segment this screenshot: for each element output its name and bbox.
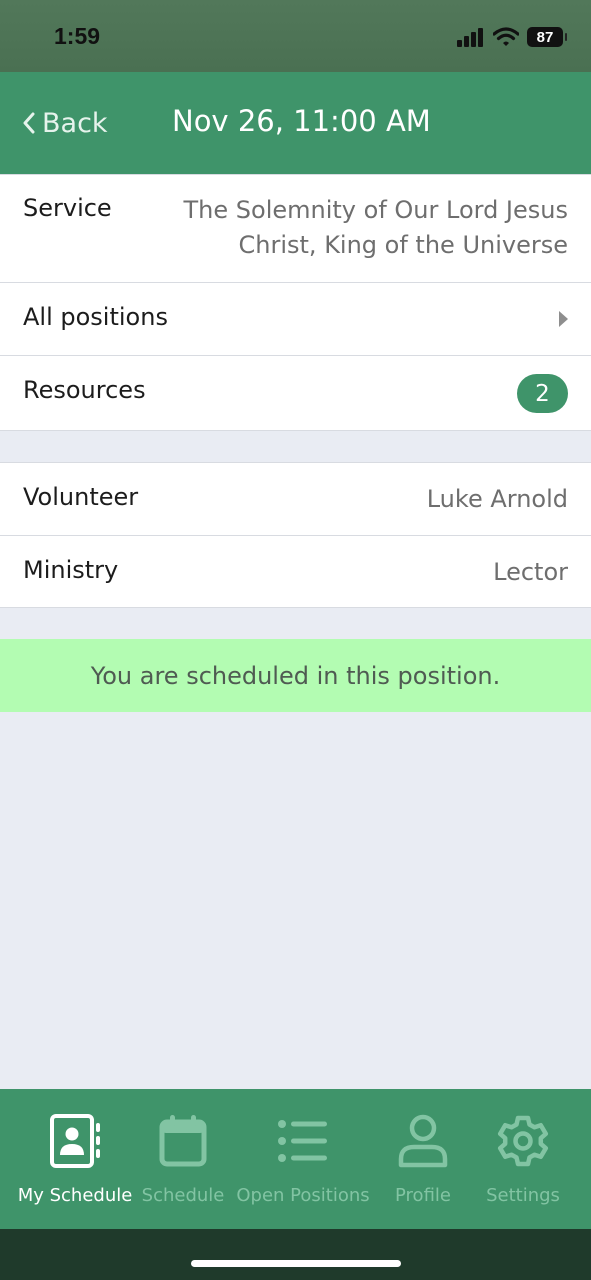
all-positions-row[interactable]: All positions [0,283,591,355]
tab-label: Schedule [141,1185,225,1206]
service-value: The Solemnity of Our Lord Jesus Christ, … [184,193,568,263]
back-button[interactable]: Back [22,106,108,140]
battery-indicator: 87 [527,27,567,47]
tab-settings[interactable]: Settings [478,1113,568,1206]
home-indicator[interactable] [191,1260,401,1267]
navigation-bar: Back Nov 26, 11:00 AM [0,72,591,174]
status-time: 1:59 [54,23,101,49]
calendar-icon [155,1113,211,1169]
scheduled-banner: You are scheduled in this position. [0,639,591,712]
status-bar: 1:59 87 [0,0,591,72]
status-icons: 87 [457,25,567,49]
volunteer-row: Volunteer Luke Arnold [0,463,591,535]
tab-bar: My Schedule Schedule Open Positions Prof… [0,1089,591,1229]
volunteer-value: Luke Arnold [426,485,568,513]
resources-count-badge: 2 [517,374,568,413]
ministry-value: Lector [493,558,568,586]
service-value-line2: Christ, King of the Universe [238,231,568,259]
tab-schedule[interactable]: Schedule [138,1113,228,1206]
resources-row[interactable]: Resources 2 [0,356,591,430]
resources-label: Resources [23,376,146,404]
battery-level: 87 [536,28,554,46]
chevron-left-icon [23,112,35,134]
ministry-label: Ministry [23,556,119,584]
gear-icon [495,1113,551,1169]
assignment-group: Volunteer Luke Arnold Ministry Lector [0,462,591,608]
tab-open-positions[interactable]: Open Positions [233,1113,373,1206]
tab-label: Profile [395,1185,451,1206]
tab-profile[interactable]: Profile [378,1113,468,1206]
wifi-icon [493,27,519,46]
disclosure-arrow-icon [559,311,568,327]
service-label: Service [23,194,112,222]
service-value-line1: The Solemnity of Our Lord Jesus [183,196,568,224]
service-row: Service The Solemnity of Our Lord Jesus … [0,175,591,282]
list-icon [275,1113,331,1169]
scheduled-banner-text: You are scheduled in this position. [90,661,501,690]
person-icon [395,1113,451,1169]
volunteer-label: Volunteer [23,483,139,511]
tab-label: Open Positions [236,1185,370,1206]
tab-label: My Schedule [17,1185,133,1206]
tab-my-schedule[interactable]: My Schedule [13,1113,137,1206]
home-indicator-area [0,1229,591,1280]
back-label: Back [42,107,108,139]
tab-label: Settings [486,1185,560,1206]
cellular-signal-icon [457,28,483,47]
contact-book-icon [47,1113,103,1169]
all-positions-label: All positions [23,303,168,331]
details-group: Service The Solemnity of Our Lord Jesus … [0,174,591,431]
page-title: Nov 26, 11:00 AM [172,104,431,138]
ministry-row: Ministry Lector [0,536,591,608]
